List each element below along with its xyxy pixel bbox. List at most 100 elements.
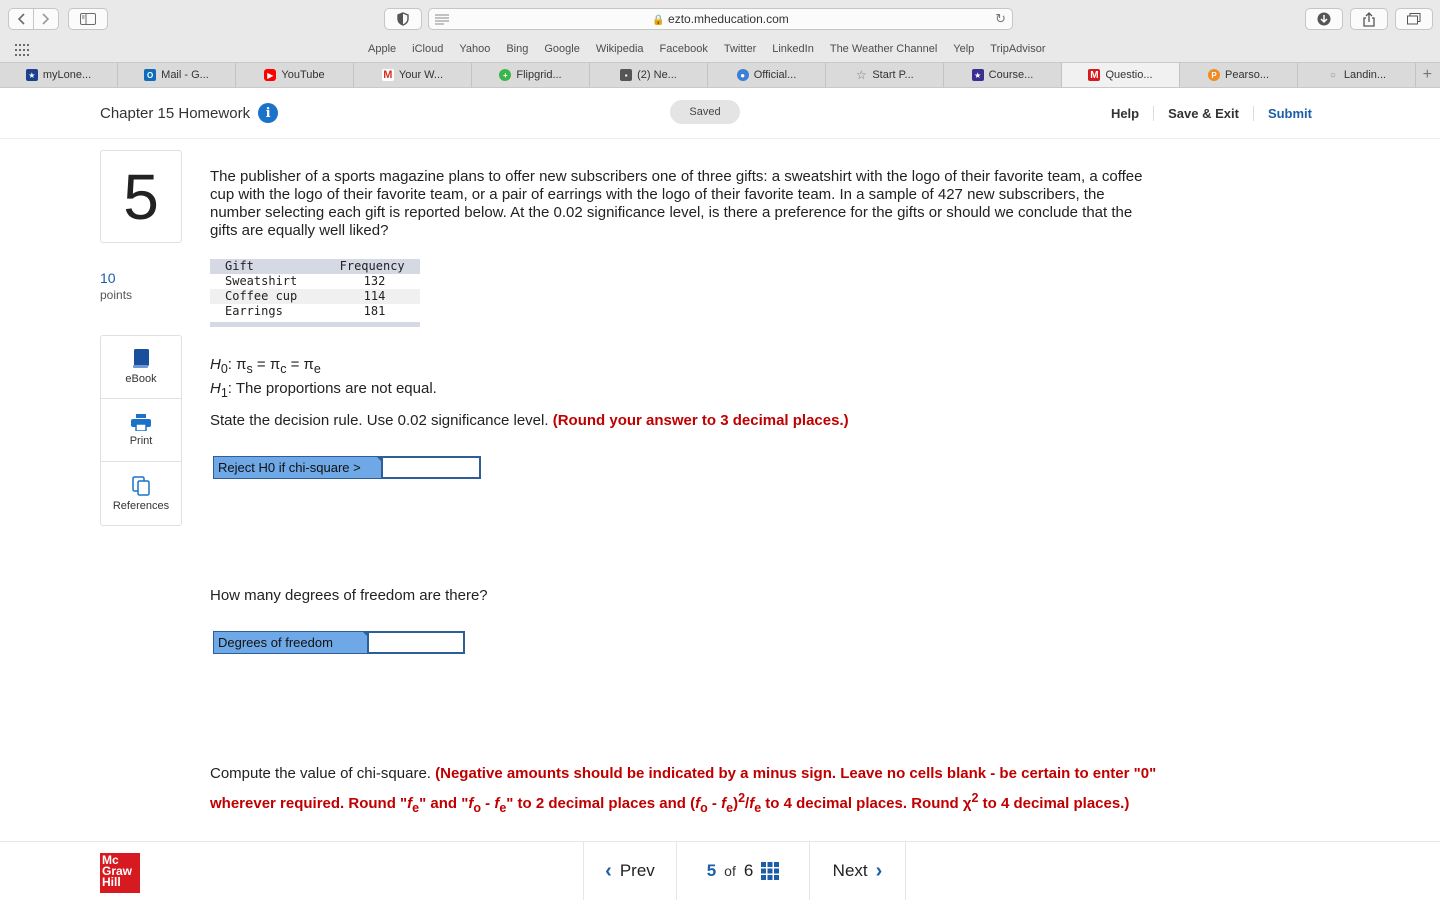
chevron-right-icon: ›	[875, 859, 883, 882]
browser-tab[interactable]: O Mail - G...	[118, 63, 236, 87]
new-tab-button[interactable]: +	[1416, 63, 1440, 87]
browser-tab[interactable]: ● Official...	[708, 63, 826, 87]
browser-tab[interactable]: ▶ YouTube	[236, 63, 354, 87]
course-star-icon: ★	[971, 69, 984, 81]
tab-label: Landin...	[1343, 69, 1387, 81]
prev-button[interactable]: ‹ Prev	[583, 842, 676, 900]
mcgraw-hill-logo: Mc Graw Hill	[100, 853, 140, 893]
question-number: 5	[100, 150, 182, 243]
total-questions: 6	[743, 861, 754, 880]
privacy-report-button[interactable]	[384, 8, 422, 30]
info-icon[interactable]: i	[258, 103, 279, 123]
favorite-twitter[interactable]: Twitter	[716, 43, 764, 55]
address-bar[interactable]: 🔒 ezto.mheducation.com ↻	[428, 8, 1013, 30]
decision-rule-label: Reject H0 if chi-square >	[213, 456, 382, 479]
tab-label: YouTube	[281, 69, 325, 81]
degrees-of-freedom-label: Degrees of freedom	[213, 631, 368, 654]
favorite-facebook[interactable]: Facebook	[652, 43, 716, 55]
null-hypothesis: H0: πs = πc = πe	[210, 356, 321, 376]
book-icon	[133, 349, 149, 368]
chi-square-critical-input[interactable]	[382, 456, 481, 479]
favorite-apple[interactable]: Apple	[360, 43, 404, 55]
table-row: Coffee cup 114	[210, 289, 420, 304]
tab-overview-button[interactable]	[1395, 8, 1433, 30]
grid-menu-icon[interactable]	[761, 862, 780, 880]
flipgrid-icon: +	[499, 69, 512, 81]
table-row: Earrings 181	[210, 304, 420, 325]
landing-icon: ○	[1329, 69, 1336, 81]
saved-status-badge: Saved	[670, 100, 740, 124]
chevron-left-icon	[17, 13, 25, 25]
forward-button[interactable]	[34, 9, 58, 29]
browser-tab[interactable]: ☆ Start P...	[826, 63, 944, 87]
reload-icon[interactable]: ↻	[995, 11, 1006, 27]
table-header-row: Gift Frequency	[210, 259, 420, 274]
gift-frequency-table: Gift Frequency Sweatshirt 132 Coffee cup…	[210, 259, 420, 327]
assignment-header: Chapter 15 Homework i Saved Help Save & …	[0, 89, 1440, 139]
favorite-weather-channel[interactable]: The Weather Channel	[822, 43, 945, 55]
favorite-google[interactable]: Google	[536, 43, 587, 55]
favorite-linkedin[interactable]: LinkedIn	[764, 43, 822, 55]
logo-line: Hill	[102, 875, 121, 889]
degrees-of-freedom-answer-row: Degrees of freedom	[213, 631, 465, 654]
tab-label: (2) Ne...	[637, 69, 677, 81]
references-button[interactable]: References	[101, 462, 181, 525]
sidebar-icon	[80, 13, 96, 25]
chi-square-instructions: Compute the value of chi-square. (Negati…	[210, 762, 1160, 820]
next-button[interactable]: Next ›	[809, 842, 906, 900]
share-button[interactable]	[1350, 8, 1388, 30]
table-cell: Sweatshirt	[225, 274, 298, 288]
favorite-bing[interactable]: Bing	[498, 43, 536, 55]
favorite-wikipedia[interactable]: Wikipedia	[588, 43, 652, 55]
back-button[interactable]	[9, 9, 33, 29]
mcgraw-m-icon: M	[1088, 69, 1101, 81]
browser-tab-active[interactable]: M Questio...	[1062, 63, 1180, 87]
sidebar-button[interactable]	[68, 8, 108, 30]
assignment-title: Chapter 15 Homework i	[100, 103, 279, 123]
next-label: Next	[832, 861, 868, 880]
table-cell: 114	[311, 289, 420, 304]
submit-button[interactable]: Submit	[1252, 106, 1326, 121]
browser-tab[interactable]: ▪ (2) Ne...	[590, 63, 708, 87]
tab-label: Pearso...	[1224, 69, 1270, 81]
degrees-of-freedom-input[interactable]	[368, 631, 465, 654]
hypotheses: H0: πs = πc = πe H1: The proportions are…	[210, 355, 437, 403]
tab-label: Start P...	[872, 69, 914, 81]
favorite-icloud[interactable]: iCloud	[404, 43, 451, 55]
share-icon	[1363, 11, 1375, 27]
favorite-yahoo[interactable]: Yahoo	[451, 43, 498, 55]
table-cell: 132	[363, 274, 386, 288]
print-button[interactable]: Print	[101, 399, 181, 462]
browser-tab[interactable]: M Your W...	[354, 63, 472, 87]
points-value: 10	[100, 270, 116, 286]
ebook-button[interactable]: eBook	[101, 336, 181, 399]
table-cell: 181	[363, 304, 386, 318]
grid-icon[interactable]	[15, 44, 29, 56]
browser-tab[interactable]: + Flipgrid...	[472, 63, 590, 87]
help-button[interactable]: Help	[1097, 106, 1153, 121]
browser-tab[interactable]: P Pearso...	[1180, 63, 1298, 87]
globe-icon: ●	[736, 69, 749, 81]
decision-rule-text: State the decision rule. Use 0.02 signif…	[210, 412, 549, 429]
url-value: ezto.mheducation.com	[668, 12, 789, 26]
tab-bar: ★ myLone... O Mail - G... ▶ YouTube M Your W…	[0, 62, 1440, 88]
copy-icon	[132, 475, 150, 496]
ebook-label: eBook	[125, 373, 157, 385]
browser-tab[interactable]: ★ Course...	[944, 63, 1062, 87]
degrees-of-freedom-prompt: How many degrees of freedom are there?	[210, 587, 488, 604]
tab-label: Questio...	[1105, 69, 1153, 81]
alternative-hypothesis-text: The proportions are not equal.	[235, 380, 437, 397]
question-pager: ‹ Prev 5 of 6 Next ›	[583, 842, 906, 900]
table-cell: Coffee cup	[210, 289, 312, 304]
favorite-yelp[interactable]: Yelp	[945, 43, 982, 55]
browser-tab[interactable]: ○ Landin...	[1298, 63, 1416, 87]
favorite-tripadvisor[interactable]: TripAdvisor	[982, 43, 1053, 55]
downloads-button[interactable]	[1305, 8, 1343, 30]
question-position[interactable]: 5 of 6	[676, 842, 809, 900]
save-exit-button[interactable]: Save & Exit	[1153, 106, 1253, 121]
question-text: The publisher of a sports magazine plans…	[210, 168, 1143, 239]
favorites-bar: Apple iCloud Yahoo Bing Google Wikipedia…	[0, 38, 1440, 62]
browser-tab[interactable]: ★ myLone...	[0, 63, 118, 87]
shield-icon	[397, 12, 409, 26]
decision-rule-answer-row: Reject H0 if chi-square >	[213, 456, 481, 479]
